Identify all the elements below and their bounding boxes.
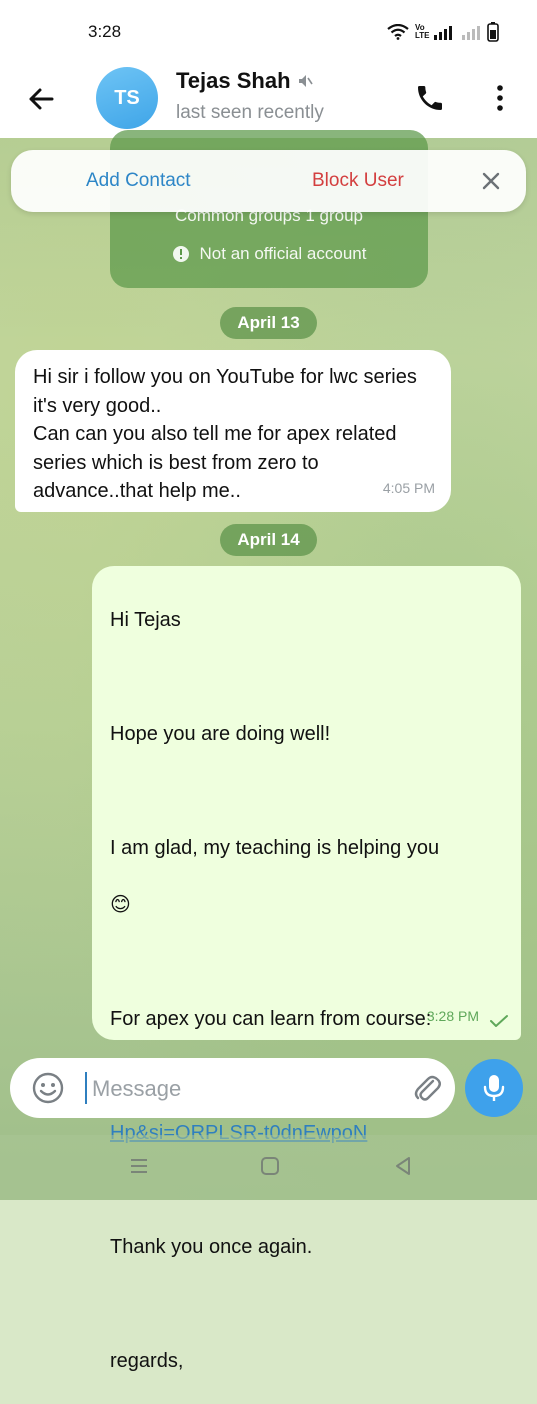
message-text: Hi sir i follow you on YouTube for lwc s… — [33, 366, 417, 502]
system-navigation-bar — [0, 1135, 537, 1200]
home-icon[interactable] — [259, 1155, 281, 1177]
mute-icon — [298, 75, 313, 87]
battery-icon — [487, 22, 499, 42]
add-contact-button[interactable]: Add Contact — [86, 170, 191, 192]
message-time: 4:05 PM — [382, 479, 435, 496]
microphone-button[interactable] — [465, 1059, 523, 1117]
emoji-icon[interactable] — [30, 1070, 66, 1106]
paperclip-icon[interactable] — [410, 1071, 444, 1105]
status-icons: Vo LTE — [387, 22, 499, 42]
status-time: 3:28 — [88, 22, 122, 41]
message-line: regards, — [110, 1349, 184, 1372]
check-icon — [490, 1015, 508, 1027]
contact-action-bar: Add Contact Block User — [11, 150, 526, 212]
signal-icon — [434, 26, 452, 40]
microphone-icon — [483, 1075, 505, 1101]
more-vertical-icon[interactable] — [490, 82, 510, 114]
contact-name-row[interactable]: Tejas Shah — [176, 68, 313, 94]
message-line: Hi Tejas — [110, 608, 181, 631]
incoming-message-bubble[interactable]: Hi sir i follow you on YouTube for lwc s… — [15, 350, 451, 512]
wifi-icon — [387, 24, 409, 40]
back-nav-icon[interactable] — [392, 1155, 414, 1177]
message-time: 3:28 PM — [426, 1007, 479, 1024]
contact-name: Tejas Shah — [176, 68, 291, 93]
phone-icon[interactable] — [414, 82, 446, 114]
smile-emoji: 😊 — [110, 893, 131, 916]
block-user-button[interactable]: Block User — [312, 170, 404, 192]
avatar[interactable]: TS — [96, 67, 158, 129]
close-icon[interactable] — [480, 170, 502, 192]
message-line: I am glad, my teaching is helping you — [110, 836, 440, 859]
status-bar: 3:28 Vo LTE — [0, 0, 537, 60]
official-note-row: Not an official account — [110, 244, 428, 264]
text-caret — [85, 1072, 87, 1104]
message-input[interactable] — [90, 1068, 394, 1110]
back-arrow-icon[interactable] — [24, 82, 58, 116]
outgoing-message-bubble[interactable]: Hi Tejas Hope you are doing well! I am g… — [92, 566, 521, 1372]
official-note: Not an official account — [199, 244, 367, 263]
message-line: Thank you once again. — [110, 1235, 313, 1258]
signal-2-icon — [462, 26, 480, 40]
date-pill: April 14 — [220, 524, 317, 556]
recents-icon[interactable] — [128, 1155, 150, 1177]
volte-icon: Vo LTE — [415, 23, 430, 40]
date-pill: April 13 — [220, 307, 317, 339]
contact-status: last seen recently — [176, 102, 324, 123]
info-icon — [172, 246, 189, 262]
message-line: Hope you are doing well! — [110, 722, 331, 745]
message-body: Hi Tejas Hope you are doing well! I am g… — [110, 577, 510, 1404]
message-composer — [10, 1058, 455, 1118]
chat-header: TS Tejas Shah last seen recently — [0, 60, 537, 138]
